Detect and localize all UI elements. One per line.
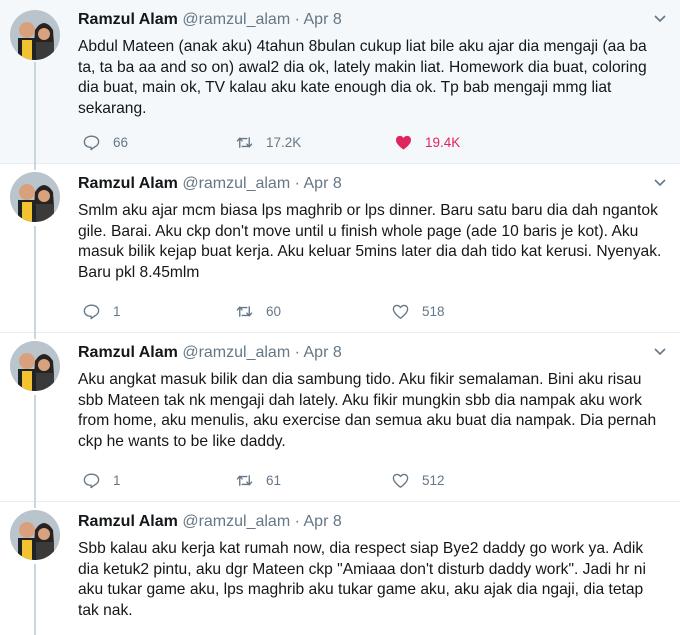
thread-line (34, 395, 36, 501)
heart-filled-icon (395, 135, 412, 150)
tweet-header: Ramzul Alam @ramzul_alam · Apr 8 (78, 10, 342, 29)
tweet[interactable]: Ramzul Alam @ramzul_alam · Apr 8 Sbb kal… (0, 501, 680, 635)
reply-count: 1 (113, 303, 121, 319)
tweet-actions: 66 17.2K 19.4K (78, 131, 578, 153)
like-count: 518 (422, 303, 445, 319)
thread-line (34, 163, 36, 170)
avatar[interactable] (10, 10, 60, 60)
avatar-photo (10, 341, 60, 391)
like-count: 512 (422, 472, 445, 488)
tweet-date[interactable]: Apr 8 (304, 11, 342, 28)
like-button[interactable]: 512 (391, 469, 445, 491)
tweet-text: Abdul Mateen (anak aku) 4tahun 8bulan cu… (78, 38, 647, 117)
tweet-thread: Ramzul Alam @ramzul_alam · Apr 8 Abdul M… (0, 0, 680, 635)
avatar[interactable] (10, 172, 60, 222)
separator: · (294, 513, 300, 530)
heart-icon (392, 473, 409, 488)
avatar-photo (10, 172, 60, 222)
retweet-button[interactable]: 61 (235, 469, 281, 491)
reply-button[interactable]: 1 (82, 469, 121, 491)
retweet-count: 60 (266, 303, 282, 319)
retweet-button[interactable]: 60 (235, 300, 281, 322)
thread-line (34, 501, 36, 508)
retweet-count: 17.2K (266, 134, 302, 150)
thread-line (34, 62, 36, 163)
reply-button[interactable]: 1 (82, 300, 121, 322)
retweet-button[interactable]: 17.2K (235, 131, 301, 153)
reply-count: 66 (113, 134, 129, 150)
thread-line (34, 564, 36, 635)
display-name[interactable]: Ramzul Alam (78, 344, 178, 361)
display-name[interactable]: Ramzul Alam (78, 175, 178, 192)
heart-icon (392, 304, 409, 319)
thread-line (34, 226, 36, 332)
like-button[interactable]: 518 (391, 300, 445, 322)
tweet-date[interactable]: Apr 8 (304, 175, 342, 192)
separator: · (294, 344, 300, 361)
chevron-down-icon[interactable] (652, 174, 668, 190)
tweet-text: Smlm aku ajar mcm biasa lps maghrib or l… (78, 202, 662, 281)
tweet-header: Ramzul Alam @ramzul_alam · Apr 8 (78, 512, 342, 531)
tweet-text: Aku angkat masuk bilik dan dia sambung t… (78, 371, 657, 450)
reply-count: 1 (113, 472, 121, 488)
display-name[interactable]: Ramzul Alam (78, 513, 178, 530)
tweet-date[interactable]: Apr 8 (304, 344, 342, 361)
tweet-actions: 1 60 518 (78, 300, 578, 322)
like-button[interactable]: 19.4K (394, 131, 460, 153)
avatar[interactable] (10, 510, 60, 560)
reply-icon (83, 134, 100, 150)
tweet-header: Ramzul Alam @ramzul_alam · Apr 8 (78, 343, 342, 362)
user-handle[interactable]: @ramzul_alam (182, 175, 290, 192)
tweet-actions: 1 61 512 (78, 469, 578, 491)
separator: · (294, 175, 300, 192)
display-name[interactable]: Ramzul Alam (78, 11, 178, 28)
tweet-text: Sbb kalau aku kerja kat rumah now, dia r… (78, 540, 646, 619)
tweet-date[interactable]: Apr 8 (304, 513, 342, 530)
user-handle[interactable]: @ramzul_alam (182, 11, 290, 28)
reply-icon (83, 303, 100, 319)
chevron-down-icon[interactable] (652, 343, 668, 359)
retweet-count: 61 (266, 472, 282, 488)
tweet[interactable]: Ramzul Alam @ramzul_alam · Apr 8 Aku ang… (0, 332, 680, 501)
retweet-icon (236, 136, 253, 148)
avatar[interactable] (10, 341, 60, 391)
reply-button[interactable]: 66 (82, 131, 128, 153)
retweet-icon (236, 305, 253, 317)
chevron-down-icon[interactable] (652, 10, 668, 26)
user-handle[interactable]: @ramzul_alam (182, 344, 290, 361)
tweet[interactable]: Ramzul Alam @ramzul_alam · Apr 8 Abdul M… (0, 0, 680, 163)
user-handle[interactable]: @ramzul_alam (182, 513, 290, 530)
thread-line (34, 332, 36, 339)
tweet-header: Ramzul Alam @ramzul_alam · Apr 8 (78, 174, 342, 193)
reply-icon (83, 472, 100, 488)
avatar-photo (10, 10, 60, 60)
retweet-icon (236, 474, 253, 486)
like-count: 19.4K (425, 134, 461, 150)
tweet[interactable]: Ramzul Alam @ramzul_alam · Apr 8 Smlm ak… (0, 163, 680, 332)
avatar-photo (10, 510, 60, 560)
separator: · (294, 11, 300, 28)
